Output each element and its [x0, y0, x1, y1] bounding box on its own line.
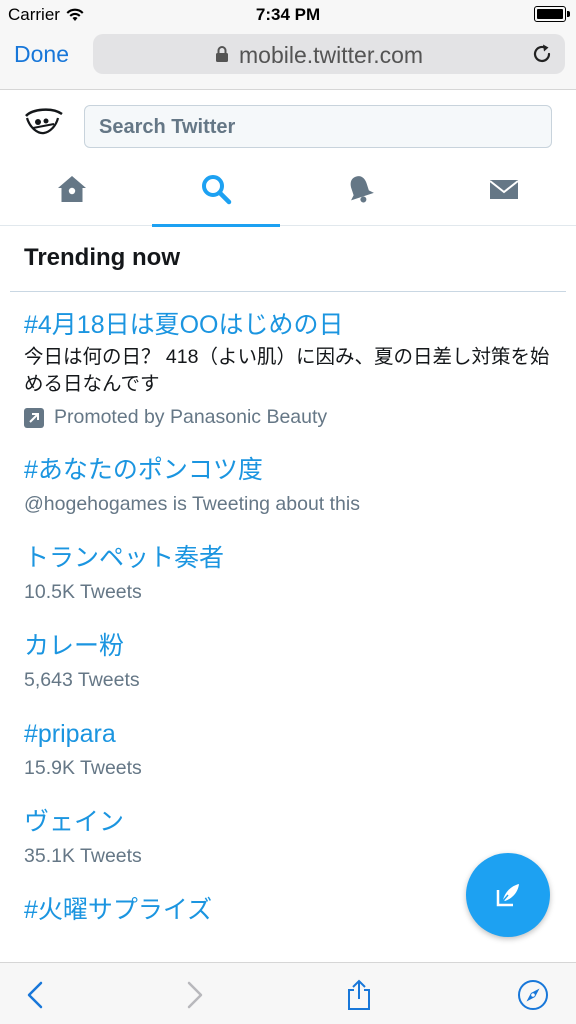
- avatar[interactable]: [24, 106, 64, 138]
- trend-meta: 15.9K Tweets: [24, 757, 142, 779]
- trend-name: ヴェイン: [24, 808, 125, 836]
- home-icon: [58, 176, 86, 202]
- trend-name: トランペット奏者: [24, 544, 225, 572]
- promoted-text: Promoted by Panasonic Beauty: [54, 406, 328, 428]
- done-button[interactable]: Done: [14, 40, 69, 68]
- status-time: 7:34 PM: [255, 5, 321, 24]
- trends-divider: [10, 291, 566, 292]
- url-text: mobile.twitter.com: [239, 42, 424, 68]
- search-input[interactable]: Search Twitter: [84, 105, 552, 148]
- tab-home[interactable]: [0, 152, 144, 226]
- trend-meta: 5,643 Tweets: [24, 669, 140, 691]
- share-icon: [348, 979, 370, 1010]
- url-bar[interactable]: mobile.twitter.com: [93, 34, 565, 74]
- share-button[interactable]: [341, 977, 377, 1013]
- trend-item[interactable]: トランペット奏者 10.5K Tweets: [24, 541, 560, 605]
- trends-title: Trending now: [24, 244, 180, 271]
- trend-meta: @hogehogames is Tweeting about this: [24, 493, 360, 515]
- search-placeholder: Search Twitter: [99, 116, 236, 138]
- trend-name: #あなたのポンコツ度: [24, 456, 263, 484]
- tab-messages[interactable]: [432, 152, 576, 226]
- compose-tweet-button[interactable]: [466, 853, 550, 937]
- forward-button[interactable]: [176, 977, 212, 1013]
- browser-bar: Done mobile.twitter.com: [0, 30, 576, 90]
- chevron-left-icon: [27, 981, 43, 1009]
- trend-item[interactable]: #あなたのポンコツ度 @hogehogames is Tweeting abou…: [24, 453, 560, 517]
- promoted-label: Promoted by Panasonic Beauty: [24, 406, 560, 429]
- trend-name: #pripara: [24, 720, 116, 748]
- back-button[interactable]: [18, 977, 54, 1013]
- tab-explore[interactable]: [144, 152, 288, 227]
- chevron-right-icon: [187, 981, 203, 1009]
- twitter-header: Search Twitter: [0, 90, 576, 227]
- search-icon: [202, 175, 232, 205]
- compass-icon: [518, 980, 548, 1010]
- trend-list: #4月18日は夏OOはじめの日 今日は何の日？ 418（よい肌）に因み、夏の日差…: [24, 308, 560, 951]
- safari-button[interactable]: [515, 977, 551, 1013]
- trend-item[interactable]: カレー粉 5,643 Tweets: [24, 629, 560, 693]
- reload-icon[interactable]: [531, 43, 553, 65]
- status-bar: Carrier 7:34 PM: [0, 0, 576, 30]
- trend-name: カレー粉: [24, 632, 125, 660]
- trend-description: 今日は何の日？ 418（よい肌）に因み、夏の日差し対策を始める日なんです: [24, 346, 550, 395]
- trend-item[interactable]: ヴェイン 35.1K Tweets: [24, 805, 560, 869]
- compose-icon: [496, 884, 519, 907]
- tab-notifications[interactable]: [288, 152, 432, 226]
- bottom-toolbar: [0, 962, 576, 1024]
- lock-icon: [216, 46, 228, 62]
- trend-item[interactable]: #4月18日は夏OOはじめの日 今日は何の日？ 418（よい肌）に因み、夏の日差…: [24, 308, 560, 429]
- trend-meta: 10.5K Tweets: [24, 581, 142, 603]
- nav-tabs: [0, 152, 576, 227]
- battery-icon: [534, 6, 570, 22]
- envelope-icon: [489, 180, 519, 199]
- trend-item[interactable]: #pripara 15.9K Tweets: [24, 717, 560, 781]
- trend-name: #4月18日は夏OOはじめの日: [24, 311, 344, 339]
- bell-icon: [350, 176, 374, 203]
- promoted-icon: [24, 407, 44, 428]
